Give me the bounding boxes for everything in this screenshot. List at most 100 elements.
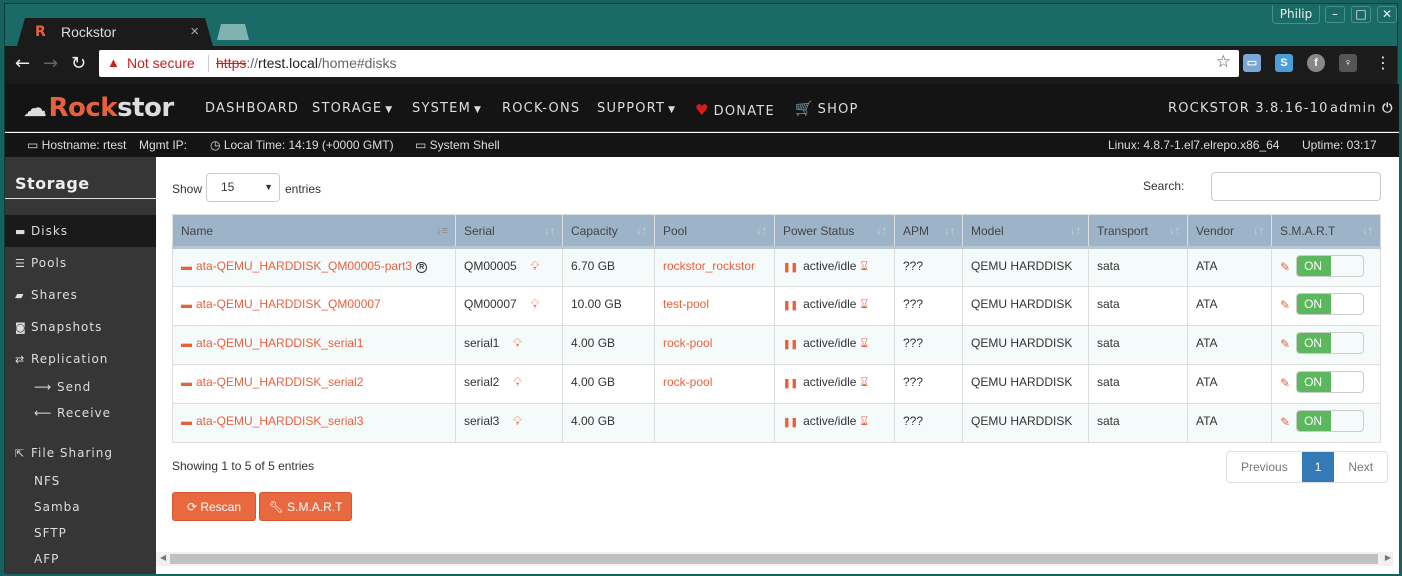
col-power-status[interactable]: Power Status ↓↑: [774, 214, 895, 249]
smart-toggle[interactable]: ON: [1296, 255, 1365, 277]
hourglass-icon[interactable]: ⌛︎: [860, 297, 868, 311]
nav-donate[interactable]: ♥ DONATE: [695, 101, 775, 119]
bulb-icon[interactable]: 💡︎: [513, 336, 521, 350]
sidebar-item-snapshots[interactable]: ◙ Snapshots: [5, 311, 156, 343]
bulb-icon[interactable]: 💡︎: [531, 297, 539, 311]
s-extension-icon[interactable]: S: [1275, 54, 1293, 72]
bookmark-star-icon[interactable]: ☆: [1216, 52, 1231, 72]
hourglass-icon[interactable]: ⌛︎: [860, 375, 868, 389]
nav-support[interactable]: SUPPORT ▼: [597, 101, 676, 116]
pool-link[interactable]: rock-pool: [663, 375, 712, 389]
bulb-icon[interactable]: 💡︎: [531, 259, 539, 273]
pencil-icon[interactable]: ✎: [1280, 260, 1290, 274]
mgmt-ip: Mgmt IP:: [139, 138, 188, 152]
col-capacity[interactable]: Capacity ↓↑: [562, 214, 655, 249]
security-label[interactable]: Not secure: [127, 55, 195, 71]
close-window-icon[interactable]: ✕: [1377, 6, 1397, 23]
nav-rock-ons[interactable]: ROCK-ONS: [502, 101, 580, 116]
pencil-icon[interactable]: ✎: [1280, 376, 1290, 390]
smart-button[interactable]: 🔧︎ S.M.A.R.T: [259, 492, 352, 521]
smart-toggle[interactable]: ON: [1296, 332, 1365, 354]
smart-toggle[interactable]: ON: [1296, 293, 1365, 315]
col-name[interactable]: Name ↓≡: [172, 214, 456, 249]
minimize-icon[interactable]: –: [1325, 6, 1345, 23]
profile-button[interactable]: Philip: [1272, 5, 1320, 24]
sidebar-item-disks[interactable]: ▬ Disks: [5, 215, 156, 247]
bulb-extension-icon[interactable]: ♀: [1339, 54, 1357, 72]
screen-icon[interactable]: ▭: [1243, 54, 1261, 72]
new-tab-button[interactable]: [217, 24, 249, 40]
hourglass-icon[interactable]: ⌛︎: [860, 414, 868, 428]
sort-icon: ↓↑: [1362, 225, 1373, 237]
sidebar-item-receive[interactable]: ⟵ Receive: [34, 406, 111, 420]
page-1-button[interactable]: 1: [1301, 452, 1335, 482]
system-shell-link[interactable]: ▭ System Shell: [415, 138, 500, 152]
nav-dashboard[interactable]: DASHBOARD: [205, 101, 299, 116]
forward-icon[interactable]: →: [43, 53, 58, 74]
col-apm[interactable]: APM ↓↑: [894, 214, 963, 249]
pool-link[interactable]: test-pool: [663, 297, 709, 311]
horizontal-scrollbar[interactable]: ◀ ▶: [156, 552, 1393, 566]
back-icon[interactable]: ←: [15, 53, 30, 74]
user-menu[interactable]: admin ⏻: [1330, 101, 1394, 116]
col-transport[interactable]: Transport ↓↑: [1088, 214, 1188, 249]
power-icon[interactable]: ⏻: [1382, 101, 1393, 116]
sidebar-item-send[interactable]: ⟶ Send: [34, 380, 91, 394]
nav-shop[interactable]: 🛒 SHOP: [795, 101, 859, 117]
next-button[interactable]: Next: [1334, 452, 1387, 482]
bulb-icon[interactable]: 💡︎: [513, 414, 521, 428]
pencil-icon[interactable]: ✎: [1280, 337, 1290, 351]
reload-icon[interactable]: ↻: [71, 53, 86, 74]
smart-toggle[interactable]: ON: [1296, 410, 1365, 432]
pause-icon: ❚❚: [783, 378, 799, 388]
disk-name-link[interactable]: ata-QEMU_HARDDISK_QM00007: [196, 297, 381, 311]
browser-tab[interactable]: R Rockstor ×: [17, 18, 213, 46]
scroll-left-icon[interactable]: ◀: [160, 553, 166, 562]
sidebar-item-file-sharing[interactable]: ⇱ File Sharing: [5, 437, 156, 469]
sidebar-item-afp[interactable]: AFP: [34, 552, 59, 566]
page-length-select[interactable]: 15 ▼: [206, 173, 280, 202]
hourglass-icon[interactable]: ⌛︎: [860, 336, 868, 350]
bulb-icon[interactable]: 💡︎: [513, 375, 521, 389]
scroll-right-icon[interactable]: ▶: [1385, 553, 1391, 562]
pencil-icon[interactable]: ✎: [1280, 298, 1290, 312]
toggle-on-label: ON: [1297, 372, 1332, 392]
search-input[interactable]: [1211, 172, 1381, 201]
col-pool[interactable]: Pool ↓↑: [654, 214, 775, 249]
col-serial[interactable]: Serial ↓↑: [455, 214, 563, 249]
url-text[interactable]: https://rtest.local/home#disks: [216, 55, 397, 71]
rockstor-favicon: R: [35, 24, 46, 40]
nav-system[interactable]: SYSTEM ▼: [412, 101, 482, 116]
disk-name-link[interactable]: ata-QEMU_HARDDISK_serial2: [196, 375, 363, 389]
sidebar-item-replication[interactable]: ⇄ Replication: [5, 343, 156, 375]
cell-smart: ✎ ON: [1271, 247, 1381, 287]
pencil-icon[interactable]: ✎: [1280, 415, 1290, 429]
close-tab-icon[interactable]: ×: [190, 23, 199, 40]
serial-text: serial3: [464, 414, 500, 428]
nav-storage[interactable]: STORAGE ▼: [312, 101, 393, 116]
col-smart[interactable]: S.M.A.R.T ↓↑: [1271, 214, 1381, 249]
rockstor-logo[interactable]: ☁Rockstor: [23, 93, 174, 123]
fedora-icon[interactable]: f: [1307, 54, 1325, 72]
menu-icon[interactable]: ⋮: [1375, 53, 1391, 72]
sidebar-item-pools[interactable]: ☰ Pools: [5, 247, 156, 279]
disk-name-link[interactable]: ata-QEMU_HARDDISK_serial3: [196, 414, 363, 428]
sidebar-item-shares[interactable]: ▰ Shares: [5, 279, 156, 311]
cart-icon: 🛒: [795, 101, 814, 117]
rescan-button[interactable]: ⟳ Rescan: [172, 492, 256, 521]
col-model[interactable]: Model ↓↑: [962, 214, 1089, 249]
disk-name-link[interactable]: ata-QEMU_HARDDISK_QM00005-part3: [196, 259, 412, 273]
hourglass-icon[interactable]: ⌛︎: [860, 259, 868, 273]
disk-name-link[interactable]: ata-QEMU_HARDDISK_serial1: [196, 336, 363, 350]
col-vendor[interactable]: Vendor ↓↑: [1187, 214, 1272, 249]
previous-button[interactable]: Previous: [1227, 452, 1302, 482]
maximize-icon[interactable]: □: [1351, 6, 1371, 23]
sidebar-item-samba[interactable]: Samba: [34, 500, 81, 514]
pool-link[interactable]: rock-pool: [663, 336, 712, 350]
sidebar-item-sftp[interactable]: SFTP: [34, 526, 67, 540]
sidebar-item-nfs[interactable]: NFS: [34, 474, 60, 488]
scrollbar-thumb[interactable]: [170, 554, 1378, 564]
smart-toggle[interactable]: ON: [1296, 371, 1365, 393]
pool-link[interactable]: rockstor_rockstor: [663, 259, 755, 273]
address-bar[interactable]: ▲ Not secure https://rtest.local/home#di…: [99, 50, 1239, 77]
